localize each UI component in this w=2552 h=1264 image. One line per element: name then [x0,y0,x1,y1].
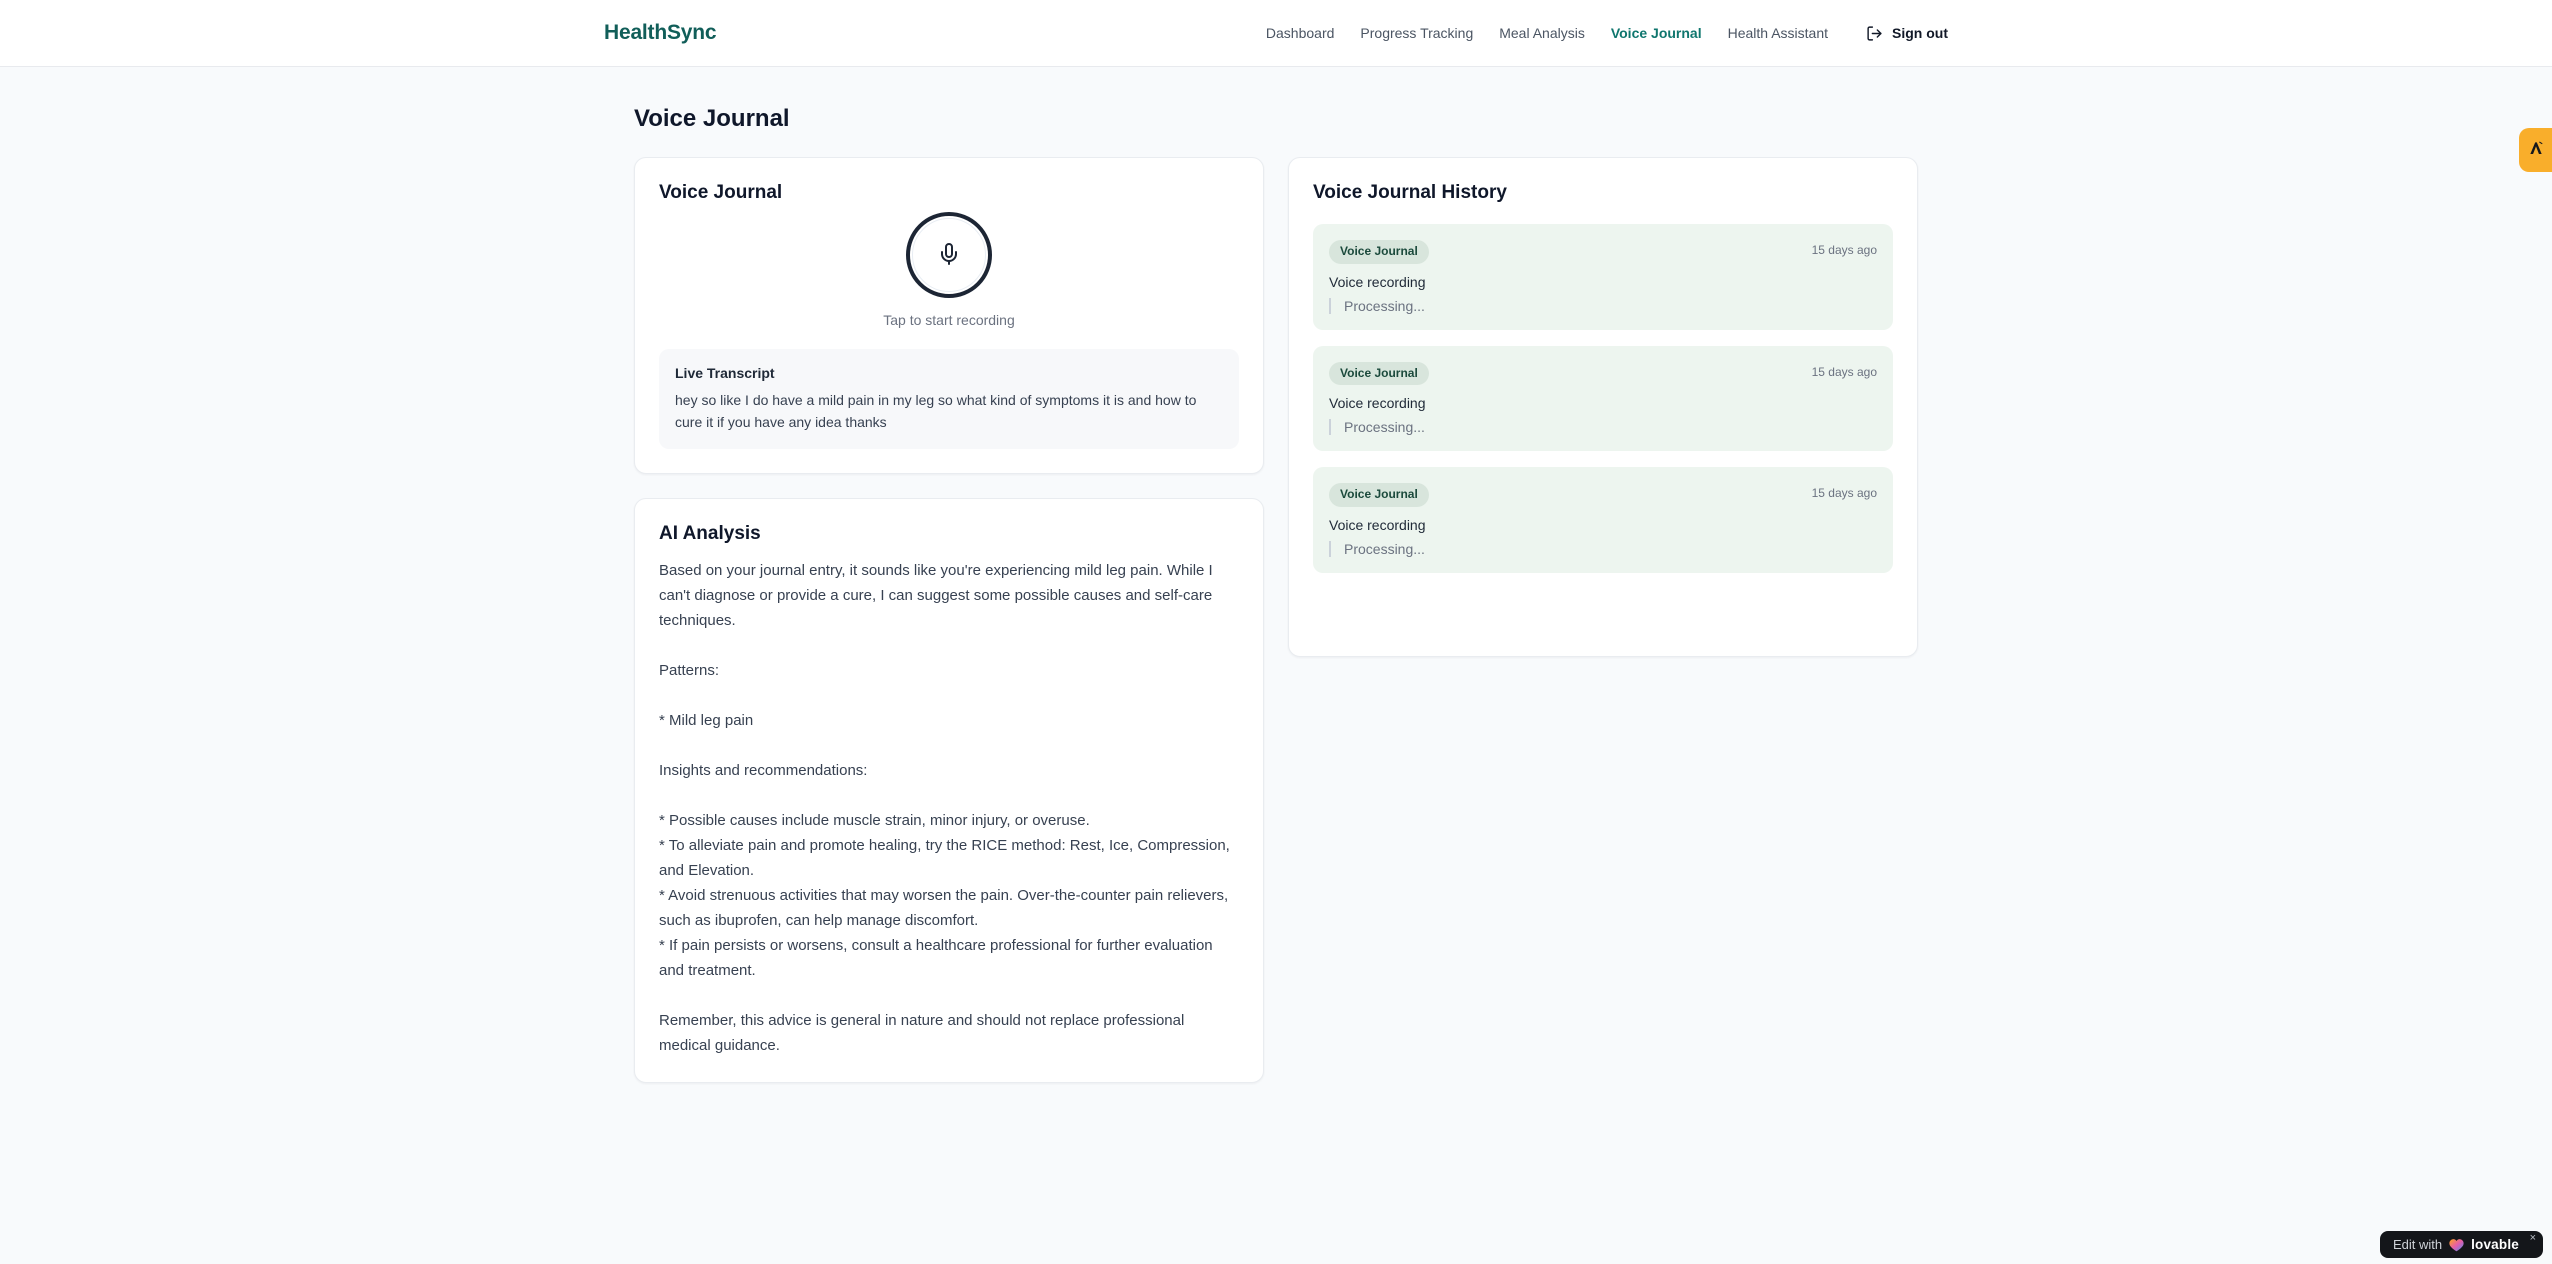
live-transcript-text: hey so like I do have a mild pain in my … [675,392,1197,430]
history-entry[interactable]: Voice Journal 15 days ago Voice recordin… [1313,345,1893,452]
entry-processing-status: Processing... [1329,540,1877,557]
page-title: Voice Journal [634,105,790,132]
entry-type-badge: Voice Journal [1329,483,1429,507]
ai-analysis-body: Based on your journal entry, it sounds l… [659,562,1230,1055]
entry-timestamp: 15 days ago [1811,486,1877,501]
microphone-icon [937,242,961,269]
entry-timestamp: 15 days ago [1811,364,1877,379]
entry-processing-status: Processing... [1329,297,1877,314]
sign-out-label: Sign out [1892,25,1948,41]
main-content: Voice Journal Voice Journal Tap to start… [634,67,1918,1084]
main-nav: Dashboard Progress Tracking Meal Analysi… [1266,25,1948,42]
entry-timestamp: 15 days ago [1811,243,1877,257]
edit-badge-brand: lovable [2471,1237,2519,1252]
history-entry[interactable]: Voice Journal 15 days ago Voice recordin… [1313,467,1893,573]
entry-processing-status: Processing... [1329,419,1877,436]
gradient-heart-icon [2449,1238,2464,1252]
history-card-title: Voice Journal History [1313,182,1507,203]
sign-out-button[interactable]: Sign out [1866,25,1948,42]
entry-label: Voice recording [1329,395,1426,412]
record-button[interactable] [906,212,992,298]
app-logo[interactable]: HealthSync [604,21,717,45]
nav-item-meal-analysis[interactable]: Meal Analysis [1499,25,1585,41]
entry-label: Voice recording [1329,273,1426,290]
close-icon[interactable]: × [2530,1233,2536,1244]
nav-item-progress-tracking[interactable]: Progress Tracking [1360,25,1473,41]
entry-label: Voice recording [1329,516,1426,533]
history-list: Voice Journal 15 days ago Voice recordin… [1313,224,1893,573]
edit-with-lovable-badge[interactable]: Edit with lovable × [2379,1231,2543,1258]
live-transcript-title: Live Transcript [675,365,775,381]
voice-recorder-card: Voice Journal Tap to start recording Liv… [634,157,1264,475]
nav-item-dashboard[interactable]: Dashboard [1266,25,1335,41]
nav-item-health-assistant[interactable]: Health Assistant [1728,25,1828,41]
log-out-icon [1866,25,1883,42]
live-transcript-panel: Live Transcript hey so like I do have a … [659,349,1239,450]
tap-to-record-hint: Tap to start recording [883,312,1015,328]
lovable-mark-icon [2528,140,2544,161]
entry-type-badge: Voice Journal [1329,361,1429,386]
entry-type-badge: Voice Journal [1329,240,1429,264]
edit-badge-prefix: Edit with [2392,1237,2443,1252]
top-navbar: HealthSync Dashboard Progress Tracking M… [0,0,2552,67]
recorder-card-title: Voice Journal [659,182,783,203]
side-widget-tab[interactable] [2519,128,2552,172]
nav-item-voice-journal[interactable]: Voice Journal [1611,25,1702,41]
history-entry[interactable]: Voice Journal 15 days ago Voice recordin… [1313,224,1893,330]
voice-journal-history-card: Voice Journal History Voice Journal 15 d… [1288,157,1918,657]
ai-analysis-card: AI Analysis Based on your journal entry,… [634,498,1264,1084]
ai-analysis-title: AI Analysis [659,523,761,545]
